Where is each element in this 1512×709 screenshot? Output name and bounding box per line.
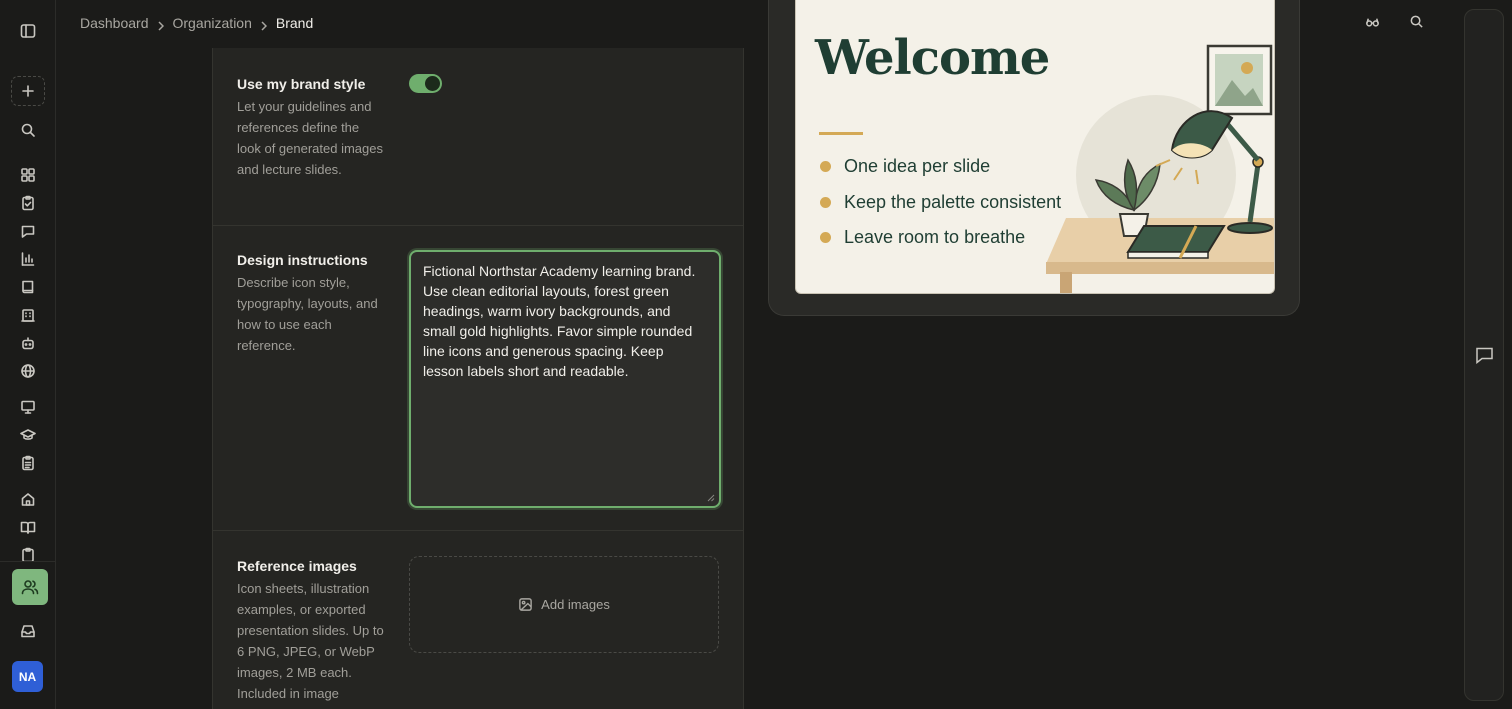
bot-icon[interactable] xyxy=(14,329,42,357)
chevron-right-icon xyxy=(157,18,164,31)
open-book-icon[interactable] xyxy=(14,513,42,541)
brand-style-description: Let your guidelines and references defin… xyxy=(237,99,383,177)
clipboard-list-icon[interactable] xyxy=(14,449,42,477)
graduation-cap-icon[interactable] xyxy=(14,421,42,449)
message-icon[interactable] xyxy=(14,217,42,245)
reference-images-description: Icon sheets, illustration examples, or e… xyxy=(237,581,384,701)
glasses-icon[interactable] xyxy=(1365,14,1385,34)
avatar[interactable]: NA xyxy=(12,661,43,692)
users-nav-button[interactable] xyxy=(12,569,48,605)
rail-divider xyxy=(0,561,56,562)
home-icon[interactable] xyxy=(14,485,42,513)
breadcrumb-organization[interactable]: Organization xyxy=(173,15,252,31)
toggle-knob xyxy=(425,76,440,91)
resize-handle-icon[interactable] xyxy=(707,494,715,502)
brand-style-toggle[interactable] xyxy=(409,74,442,93)
design-instructions-title: Design instructions xyxy=(237,252,368,268)
new-item-button[interactable] xyxy=(11,76,45,106)
slide-preview-panel: Welcome One idea per slide Keep the pale… xyxy=(768,0,1300,316)
clipboard-icon[interactable] xyxy=(14,541,42,561)
search-icon[interactable] xyxy=(14,116,42,144)
chat-icon[interactable] xyxy=(1475,346,1495,366)
slide-bullet: Leave room to breathe xyxy=(820,227,1025,248)
design-instructions-textarea[interactable]: Fictional Northstar Academy learning bra… xyxy=(409,250,721,508)
breadcrumb-brand: Brand xyxy=(275,15,314,31)
globe-icon[interactable] xyxy=(14,357,42,385)
reference-images-title: Reference images xyxy=(237,558,357,574)
inbox-icon[interactable] xyxy=(14,617,42,645)
slide-bullet: One idea per slide xyxy=(820,156,990,177)
building-icon[interactable] xyxy=(14,301,42,329)
slide-heading: Welcome xyxy=(815,30,1050,86)
clipboard-check-icon[interactable] xyxy=(14,189,42,217)
add-images-label: Add images xyxy=(541,597,610,612)
plus-icon xyxy=(22,85,34,97)
breadcrumb: Dashboard Organization Brand xyxy=(80,15,313,31)
image-icon xyxy=(519,598,532,611)
breadcrumb-dashboard[interactable]: Dashboard xyxy=(80,15,149,31)
presentation-icon[interactable] xyxy=(14,393,42,421)
users-icon xyxy=(21,580,39,595)
bar-chart-icon[interactable] xyxy=(14,245,42,273)
grid-icon[interactable] xyxy=(14,161,42,189)
design-instructions-description: Describe icon style, typography, layouts… xyxy=(237,275,378,353)
book-icon[interactable] xyxy=(14,273,42,301)
chevron-right-icon xyxy=(261,18,267,31)
panel-toggle-icon[interactable] xyxy=(14,17,42,45)
design-instructions-value: Fictional Northstar Academy learning bra… xyxy=(423,263,696,379)
brand-style-title: Use my brand style xyxy=(237,76,366,92)
brand-settings-card: Use my brand style Let your guidelines a… xyxy=(212,48,744,709)
slide-bullet: Keep the palette consistent xyxy=(820,192,1061,213)
search-icon[interactable] xyxy=(1409,14,1429,34)
left-rail: NA xyxy=(0,0,56,709)
desk-lamp-illustration xyxy=(1046,44,1274,293)
slide-heading-underline xyxy=(819,132,863,135)
brand-style-section: Use my brand style Let your guidelines a… xyxy=(213,48,743,226)
preview-slide: Welcome One idea per slide Keep the pale… xyxy=(795,0,1275,294)
add-images-dropzone[interactable]: Add images xyxy=(409,556,719,653)
right-side-panel xyxy=(1464,9,1504,701)
